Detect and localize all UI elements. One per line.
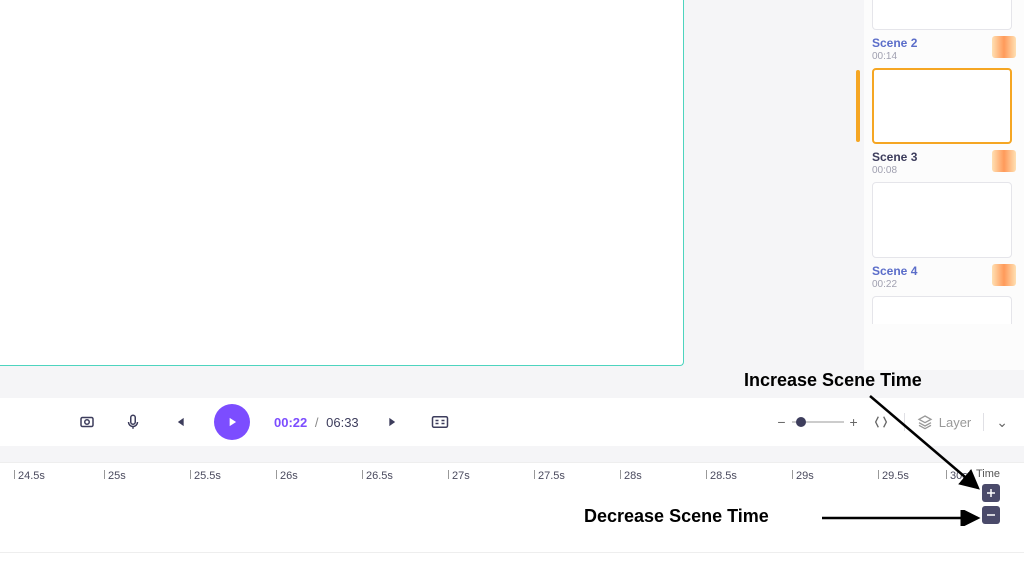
zoom-in-icon[interactable]: + <box>850 414 858 430</box>
timeline-ruler[interactable]: 24.5s 25s 25.5s 26s 26.5s 27s 27.5s 28s … <box>0 462 1024 492</box>
time-col-label: Time <box>976 468 1000 480</box>
zoom-out-icon[interactable]: − <box>777 414 785 430</box>
timeline-track[interactable] <box>0 492 1024 552</box>
player-bar: 00:22 / 06:33 − + Layer ⌄ <box>0 398 1024 446</box>
scene-thumb-selected[interactable] <box>872 68 1012 144</box>
ruler-tick: 26s <box>280 470 298 482</box>
ruler-tick: 29.5s <box>882 470 909 482</box>
prev-icon[interactable] <box>168 411 190 433</box>
scene-thumb[interactable] <box>872 182 1012 258</box>
scene-name[interactable]: Scene 4 <box>872 264 917 278</box>
mic-icon[interactable] <box>122 411 144 433</box>
annotation-increase: Increase Scene Time <box>744 370 922 391</box>
scene-time: 00:08 <box>872 165 917 176</box>
chevron-down-icon[interactable]: ⌄ <box>996 414 1008 431</box>
time-sep: / <box>315 415 319 430</box>
scene-name[interactable]: Scene 2 <box>872 36 917 50</box>
scene-info: Scene 3 00:08 <box>872 150 1016 176</box>
canvas-preview[interactable] <box>0 0 684 366</box>
scene-thumb[interactable] <box>872 296 1012 324</box>
ruler-tick: 28s <box>624 470 642 482</box>
captions-icon[interactable] <box>429 411 451 433</box>
slider-thumb[interactable] <box>796 417 806 427</box>
divider <box>983 413 984 431</box>
ruler-tick: 26.5s <box>366 470 393 482</box>
camera-icon[interactable] <box>76 411 98 433</box>
transition-icon[interactable] <box>992 36 1016 58</box>
transition-icon[interactable] <box>992 150 1016 172</box>
ruler-tick: 27s <box>452 470 470 482</box>
layer-button[interactable]: Layer <box>917 414 972 430</box>
transition-icon[interactable] <box>992 264 1016 286</box>
scene-name[interactable]: Scene 3 <box>872 150 917 164</box>
scene-time: 00:14 <box>872 51 917 62</box>
scene-thumb[interactable] <box>872 0 1012 30</box>
current-time: 00:22 <box>274 415 307 430</box>
active-scene-marker <box>856 70 860 142</box>
ruler-tick: 30s <box>950 470 968 482</box>
scene-info: Scene 4 00:22 <box>872 264 1016 290</box>
layer-label: Layer <box>939 415 972 430</box>
scene-time-adjust <box>982 484 1000 524</box>
fit-icon[interactable] <box>870 411 892 433</box>
ruler-tick: 27.5s <box>538 470 565 482</box>
increase-time-button[interactable] <box>982 484 1000 502</box>
decrease-time-button[interactable] <box>982 506 1000 524</box>
scene-info: Scene 2 00:14 <box>872 36 1016 62</box>
ruler-tick: 29s <box>796 470 814 482</box>
play-button[interactable] <box>214 404 250 440</box>
ruler-tick: 25s <box>108 470 126 482</box>
ruler-tick: 24.5s <box>18 470 45 482</box>
scene-time: 00:22 <box>872 279 917 290</box>
scenes-panel: Scene 2 00:14 Scene 3 00:08 Scene 4 00:2… <box>864 0 1024 370</box>
total-time: 06:33 <box>326 415 359 430</box>
slider-track[interactable] <box>792 421 844 423</box>
ruler-tick: 25.5s <box>194 470 221 482</box>
time-display: 00:22 / 06:33 <box>274 415 359 430</box>
next-icon[interactable] <box>383 411 405 433</box>
ruler-tick: 28.5s <box>710 470 737 482</box>
footer <box>0 552 1024 576</box>
divider <box>904 413 905 431</box>
zoom-slider[interactable]: − + <box>777 414 857 430</box>
